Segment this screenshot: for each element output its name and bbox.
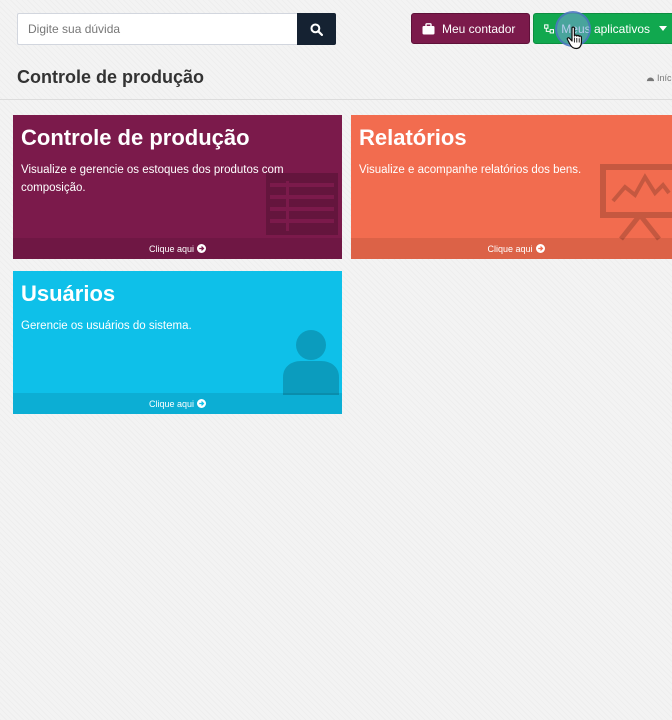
breadcrumb-home-link[interactable]: Iníc bbox=[657, 73, 672, 83]
dashboard-icon bbox=[646, 77, 655, 82]
page-title: Controle de produção bbox=[17, 67, 205, 87]
tile-link[interactable]: Clique aqui bbox=[351, 238, 672, 259]
page-header: Controle de produção Iníc bbox=[0, 58, 672, 100]
search-button[interactable] bbox=[297, 13, 336, 45]
tile-link-label: Clique aqui bbox=[148, 243, 195, 254]
search-input[interactable] bbox=[17, 13, 298, 45]
briefcase-icon bbox=[422, 22, 435, 34]
search-icon bbox=[310, 22, 323, 36]
presentation-chart-icon bbox=[600, 164, 672, 241]
tile-title: Controle de produção bbox=[21, 125, 250, 150]
user-icon bbox=[283, 330, 339, 395]
tile-controle-producao[interactable]: Controle de produção Visualize e gerenci… bbox=[13, 115, 342, 259]
tile-title: Relatórios bbox=[359, 125, 467, 150]
sitemap-icon bbox=[544, 23, 555, 33]
tile-link-label: Clique aqui bbox=[487, 243, 533, 254]
tile-relatorios[interactable]: Relatórios Visualize e acompanhe relatór… bbox=[351, 115, 672, 259]
caret-down-icon bbox=[659, 26, 667, 31]
tile-description: Gerencie os usuários do sistema. bbox=[21, 320, 192, 332]
tile-link[interactable]: Clique aqui bbox=[13, 238, 342, 259]
arrow-circle-right-icon bbox=[197, 244, 207, 253]
breadcrumb[interactable]: Iníc bbox=[646, 73, 672, 83]
hand-pointer-icon bbox=[566, 26, 582, 50]
table-icon bbox=[266, 173, 338, 235]
tile-description: Visualize e gerencie os estoques dos pro… bbox=[21, 164, 284, 194]
tile-usuarios[interactable]: Usuários Gerencie os usuários do sistema… bbox=[13, 271, 342, 414]
meus-aplicativos-dropdown[interactable]: Meus aplicativos bbox=[533, 13, 672, 44]
tile-description: Visualize e acompanhe relatórios dos ben… bbox=[359, 164, 582, 176]
arrow-circle-right-icon bbox=[197, 399, 207, 408]
top-bar: Meu contador Meus aplicativos bbox=[0, 0, 672, 58]
meu-contador-button[interactable]: Meu contador bbox=[411, 13, 530, 44]
arrow-circle-right-icon bbox=[535, 244, 545, 253]
tile-title: Usuários bbox=[21, 281, 116, 306]
meu-contador-label: Meu contador bbox=[442, 21, 516, 36]
tile-link[interactable]: Clique aqui bbox=[13, 393, 342, 414]
tile-link-label: Clique aqui bbox=[148, 398, 195, 409]
